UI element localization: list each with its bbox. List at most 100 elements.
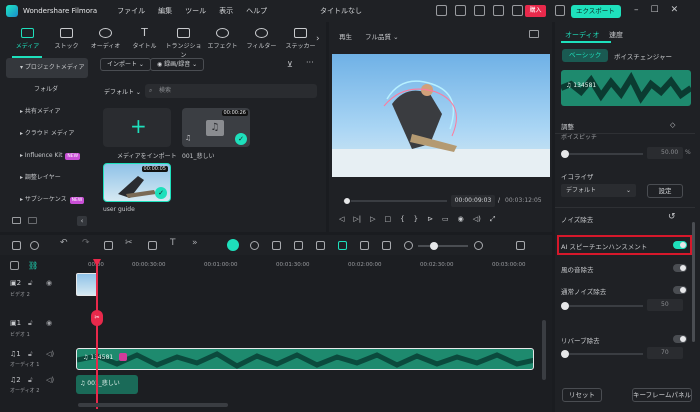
link-icon[interactable]: ⛓	[28, 261, 38, 270]
message-icon[interactable]	[455, 5, 466, 16]
tab-audio[interactable]: オーディオ	[86, 28, 125, 59]
new-folder-icon[interactable]	[12, 217, 21, 224]
audio-clip-134581[interactable]: ♫ 134581	[76, 348, 534, 370]
wind-removal-toggle[interactable]	[673, 264, 687, 272]
export-button[interactable]: エクスポート ⌄	[571, 5, 621, 28]
video-clip-user-guide[interactable]	[76, 273, 98, 296]
select-cursor-icon[interactable]	[30, 241, 39, 250]
more-tools-icon[interactable]: »	[192, 238, 201, 248]
tab-effects[interactable]: エフェクト	[203, 28, 242, 59]
audio-clip-001[interactable]: ♫ 001_悲しい	[76, 375, 138, 394]
tab-filters[interactable]: フィルター	[242, 28, 281, 59]
collapse-sidebar-icon[interactable]: ‹	[77, 216, 87, 226]
quality-dropdown[interactable]: フル品質 ⌄	[365, 31, 399, 41]
eye-icon[interactable]: ◉	[46, 319, 52, 327]
redo-icon[interactable]: ↷	[82, 238, 91, 248]
playhead-handle[interactable]	[343, 197, 352, 205]
sort-dropdown[interactable]: デフォルト ⌄	[104, 87, 141, 96]
props-scrollbar[interactable]	[692, 222, 695, 342]
add-track-icon[interactable]	[10, 261, 19, 270]
reset-rotate-icon[interactable]: ↺	[668, 212, 676, 222]
render-icon[interactable]: ▭	[442, 215, 449, 224]
media-item-user-guide[interactable]: 00:00:05 ✓	[103, 163, 171, 202]
tab-media[interactable]: メディア	[8, 28, 47, 59]
reverb-slider[interactable]	[561, 350, 643, 358]
timeline-playhead[interactable]	[96, 259, 98, 409]
tab-audio-props[interactable]: オーディオ	[565, 30, 600, 40]
sidebar-item-folder[interactable]: フォルダ	[6, 80, 88, 100]
record-dropdown[interactable]: ◉ 録画/録音 ⌄	[150, 58, 205, 71]
play-icon[interactable]: ▷	[370, 215, 375, 224]
sidebar-item-influence-kit[interactable]: ▸ Influence Kit NEW	[6, 146, 88, 166]
grid-icon[interactable]	[493, 5, 504, 16]
menu-file[interactable]: ファイル	[117, 6, 145, 16]
media-item-001[interactable]: 00:00:26 ♫ ♫ ✓	[182, 108, 250, 147]
reverb-value[interactable]: 70	[647, 347, 683, 359]
tab-speed[interactable]: 速度	[609, 30, 623, 40]
audio-split-icon[interactable]	[148, 241, 157, 250]
split-scissors-icon[interactable]: ✂	[125, 238, 134, 248]
reverb-removal-toggle[interactable]	[673, 335, 687, 343]
tab-stickers[interactable]: ステッカー	[281, 28, 320, 59]
normal-denoise-value[interactable]: 50	[647, 299, 683, 311]
import-media-tile[interactable]: +	[103, 108, 171, 147]
subtab-basic[interactable]: ベーシック	[562, 49, 609, 62]
zoom-slider[interactable]	[418, 242, 468, 250]
split-cut-marker[interactable]: ✂	[91, 310, 103, 326]
ai-assist-icon[interactable]	[227, 239, 239, 251]
buy-button[interactable]: 購入	[525, 5, 546, 17]
render-preview-icon[interactable]	[250, 241, 259, 250]
filter-funnel-icon[interactable]: ⊻	[287, 60, 293, 69]
sidebar-item-cloud-media[interactable]: ▸ クラウド メディア	[6, 124, 88, 144]
undo-icon[interactable]: ↶	[60, 238, 69, 248]
folder-icon[interactable]	[28, 217, 37, 224]
text-icon[interactable]: T	[170, 238, 179, 248]
normal-denoise-toggle[interactable]	[673, 286, 687, 294]
chevron-right-icon[interactable]: ›	[316, 34, 320, 44]
stop-icon[interactable]: □	[385, 215, 392, 224]
search-input[interactable]: ⌕ 検索	[145, 84, 317, 98]
tab-stock[interactable]: ストック	[47, 28, 86, 59]
camera-icon[interactable]: ◉	[458, 215, 464, 224]
import-dropdown[interactable]: インポート ⌄	[100, 58, 151, 71]
lock-icon[interactable]: 🔓︎	[28, 319, 33, 328]
delete-icon[interactable]	[104, 241, 113, 250]
track-icon[interactable]	[316, 241, 325, 250]
mark-in-icon[interactable]: {	[400, 215, 404, 224]
timeline-vertical-scrollbar[interactable]	[542, 320, 546, 380]
marker-icon[interactable]: ⊳	[427, 215, 433, 224]
equalizer-dropdown[interactable]: デフォルト ⌄	[561, 184, 636, 197]
cloud-upload-icon[interactable]	[474, 5, 485, 16]
snapshot-image-icon[interactable]	[529, 30, 539, 38]
sidebar-item-adjustment-layer[interactable]: ▸ 調整レイヤー	[6, 168, 88, 188]
fullscreen-icon[interactable]: ⤢	[490, 215, 496, 224]
lock-icon[interactable]: 🔓︎	[28, 350, 33, 359]
grid-layout-icon[interactable]	[12, 241, 21, 250]
download-icon[interactable]	[512, 5, 523, 16]
pitch-value[interactable]: 50.00	[647, 147, 683, 159]
zoom-in-icon[interactable]	[474, 241, 483, 250]
pitch-slider[interactable]	[561, 150, 643, 158]
mic-icon[interactable]	[294, 241, 303, 250]
speaker-icon[interactable]: ◁)	[46, 350, 54, 358]
ai-speech-enhancement-toggle[interactable]	[673, 241, 687, 249]
fit-icon[interactable]	[382, 241, 391, 250]
prev-frame-icon[interactable]: ◁	[339, 215, 344, 224]
maximize-icon[interactable]: ☐	[651, 5, 659, 15]
tab-transitions[interactable]: トランジション	[164, 28, 203, 59]
volume-icon[interactable]: ◁)	[473, 215, 481, 224]
snap-icon[interactable]	[338, 241, 347, 250]
minimize-icon[interactable]: –	[634, 5, 639, 15]
speaker-icon[interactable]: ◁)	[46, 376, 54, 384]
menu-view[interactable]: 表示	[219, 6, 233, 16]
sidebar-item-project-media[interactable]: ▾ プロジェクトメディア	[6, 58, 88, 78]
menu-tools[interactable]: ツール	[185, 6, 206, 16]
mark-out-icon[interactable]: }	[414, 215, 418, 224]
zoom-handle[interactable]	[430, 242, 438, 250]
close-icon[interactable]: ✕	[671, 5, 679, 15]
monitor-icon[interactable]	[436, 5, 447, 16]
diamond-keyframe-icon[interactable]: ◇	[670, 121, 675, 129]
layout-grid-icon[interactable]	[516, 241, 525, 250]
shield-icon[interactable]	[272, 241, 281, 250]
more-icon[interactable]: ···	[306, 58, 314, 67]
